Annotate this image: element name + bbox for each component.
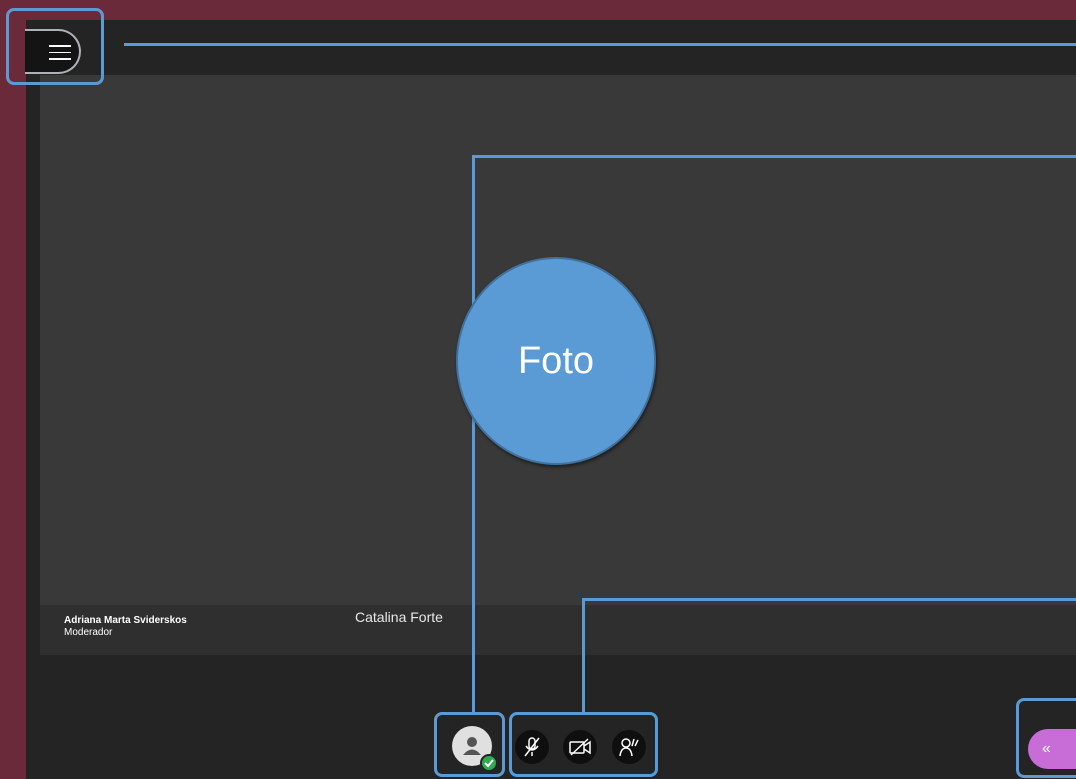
current-user-name: Catalina Forte xyxy=(355,609,443,625)
presenter-role: Moderador xyxy=(64,627,113,638)
annotation-line-controls-vertical xyxy=(582,598,585,713)
annotation-box-avatar xyxy=(434,712,505,777)
annotation-line-avatar-top xyxy=(472,155,1076,158)
presenter-info: Adriana Marta Sviderskos Moderador xyxy=(64,615,187,639)
annotation-line-menu xyxy=(124,43,1076,46)
annotation-line-controls-top xyxy=(582,598,1076,601)
annotation-box-menu xyxy=(6,8,104,85)
presenter-name: Adriana Marta Sviderskos xyxy=(64,615,187,626)
participant-name-bar: Adriana Marta Sviderskos Moderador Catal… xyxy=(40,605,1076,655)
foto-callout: Foto xyxy=(456,257,656,465)
annotation-box-panel-toggle xyxy=(1016,698,1076,778)
annotation-line-avatar-vertical xyxy=(472,155,475,713)
annotation-box-controls xyxy=(509,712,658,777)
